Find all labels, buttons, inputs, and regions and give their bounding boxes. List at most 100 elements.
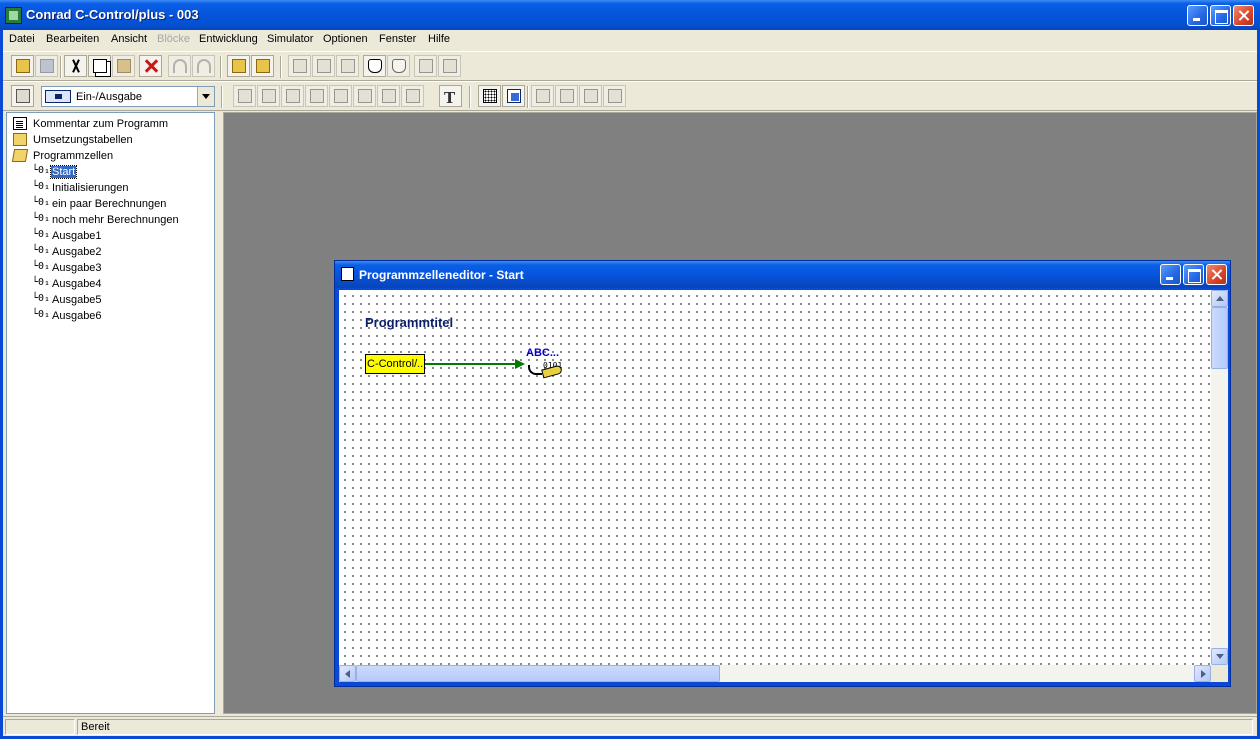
document-icon [13,117,27,130]
maximize-icon [1184,265,1203,284]
tree-item-label: Start [49,165,78,179]
input-block[interactable]: C-Control/... [365,354,425,374]
close-button[interactable] [1233,5,1254,26]
paste-icon [117,59,131,73]
editor-title-bar[interactable]: Programmzelleneditor - Start [335,261,1230,288]
hand-icon [368,59,382,73]
save-button[interactable] [35,55,58,77]
block-button-4[interactable] [305,85,328,107]
align-button-1[interactable] [288,55,311,77]
menu-ansicht[interactable]: Ansicht [111,33,147,45]
horizontal-scroll-thumb[interactable] [356,665,720,682]
block-icon [286,89,300,103]
arrange-icon [584,89,598,103]
block-toolbar: Ein-/Ausgabe T [3,81,1257,111]
menu-optionen[interactable]: Optionen [323,33,368,45]
open-button[interactable] [11,55,34,77]
text-tool-button[interactable]: T [439,85,462,107]
transfer-button[interactable] [251,55,274,77]
menu-bearbeiten[interactable]: Bearbeiten [46,33,99,45]
delete-icon [144,59,158,73]
scroll-right-button[interactable] [1194,665,1211,682]
connection-wire[interactable] [425,363,517,365]
block-button-3[interactable] [281,85,304,107]
redo-icon [197,59,211,73]
editor-close-button[interactable] [1206,264,1227,285]
arrange-button-1[interactable] [531,85,554,107]
text-tool-icon: T [444,89,456,107]
program-tree[interactable]: Kommentar zum Programm Umsetzungstabelle… [6,112,215,714]
tree-item-label: Ausgabe4 [52,278,102,290]
tree-item-label: Ausgabe5 [52,294,102,306]
menu-hilfe[interactable]: Hilfe [428,33,450,45]
toolbar-separator [221,86,223,108]
minimize-button[interactable] [1187,5,1208,26]
align-icon [293,59,307,73]
app-icon[interactable] [5,7,22,24]
scroll-left-button[interactable] [339,665,356,682]
block-category-select[interactable]: Ein-/Ausgabe [41,86,215,107]
undo-icon [173,59,187,73]
cut-icon [69,59,83,73]
scroll-up-button[interactable] [1211,290,1228,307]
arrange-button-3[interactable] [579,85,602,107]
tree-item-label: Programmzellen [33,150,114,162]
paste-button[interactable] [112,55,135,77]
status-text: Bereit [77,719,1253,735]
cut-button[interactable] [64,55,87,77]
program-cell-icon: └0₁ [32,165,51,176]
title-bar[interactable]: Conrad C-Control/plus - 003 [0,0,1260,30]
close-icon [1234,6,1253,25]
hand-alt-button[interactable] [387,55,410,77]
hand-icon [392,59,406,73]
undo-button[interactable] [168,55,191,77]
align-button-2[interactable] [312,55,335,77]
output-block-label[interactable]: ABC... [526,347,559,359]
maximize-button[interactable] [1210,5,1231,26]
editor-maximize-button[interactable] [1183,264,1204,285]
arrange-icon [536,89,550,103]
redo-button[interactable] [192,55,215,77]
hand-button[interactable] [363,55,386,77]
menu-entwicklung[interactable]: Entwicklung [199,33,258,45]
compile-button[interactable] [227,55,250,77]
vertical-scrollbar[interactable] [1211,290,1228,665]
open-icon [16,59,30,73]
program-cell-icon: └0₁ [32,213,51,224]
align-button-3[interactable] [336,55,359,77]
folder-open-icon [11,149,29,162]
serial-output-icon[interactable]: 0101 [526,361,566,383]
program-title[interactable]: Programmtitel [365,315,453,330]
arrange-button-2[interactable] [555,85,578,107]
editor-window-icon[interactable] [341,267,354,281]
menu-bloecke[interactable]: Blöcke [157,33,190,45]
tree-item-label: Kommentar zum Programm [33,118,169,130]
arrange-icon [560,89,574,103]
scroll-down-button[interactable] [1211,648,1228,665]
block-button-1[interactable] [233,85,256,107]
status-bar: Bereit [3,716,1257,736]
block-button-2[interactable] [257,85,280,107]
menu-fenster[interactable]: Fenster [379,33,416,45]
menu-simulator[interactable]: Simulator [267,33,313,45]
editor-canvas[interactable]: Programmtitel C-Control/... ABC... 0101 [339,290,1211,665]
delete-button[interactable] [139,55,162,77]
block-button-6[interactable] [353,85,376,107]
block-button-8[interactable] [401,85,424,107]
editor-minimize-button[interactable] [1160,264,1181,285]
menu-bar: Datei Bearbeiten Ansicht Blöcke Entwickl… [3,30,1257,49]
io-button-1[interactable] [414,55,437,77]
chevron-down-icon[interactable] [197,87,214,106]
horizontal-scrollbar[interactable] [339,665,1211,682]
grid-button[interactable] [478,85,501,107]
vertical-scroll-thumb[interactable] [1211,307,1228,369]
block-wizard-button[interactable] [11,85,34,107]
toolbar-separator [220,56,222,78]
block-button-5[interactable] [329,85,352,107]
snap-grid-button[interactable] [502,85,525,107]
block-button-7[interactable] [377,85,400,107]
arrange-button-4[interactable] [603,85,626,107]
copy-button[interactable] [88,55,111,77]
menu-datei[interactable]: Datei [9,33,35,45]
io-button-2[interactable] [438,55,461,77]
